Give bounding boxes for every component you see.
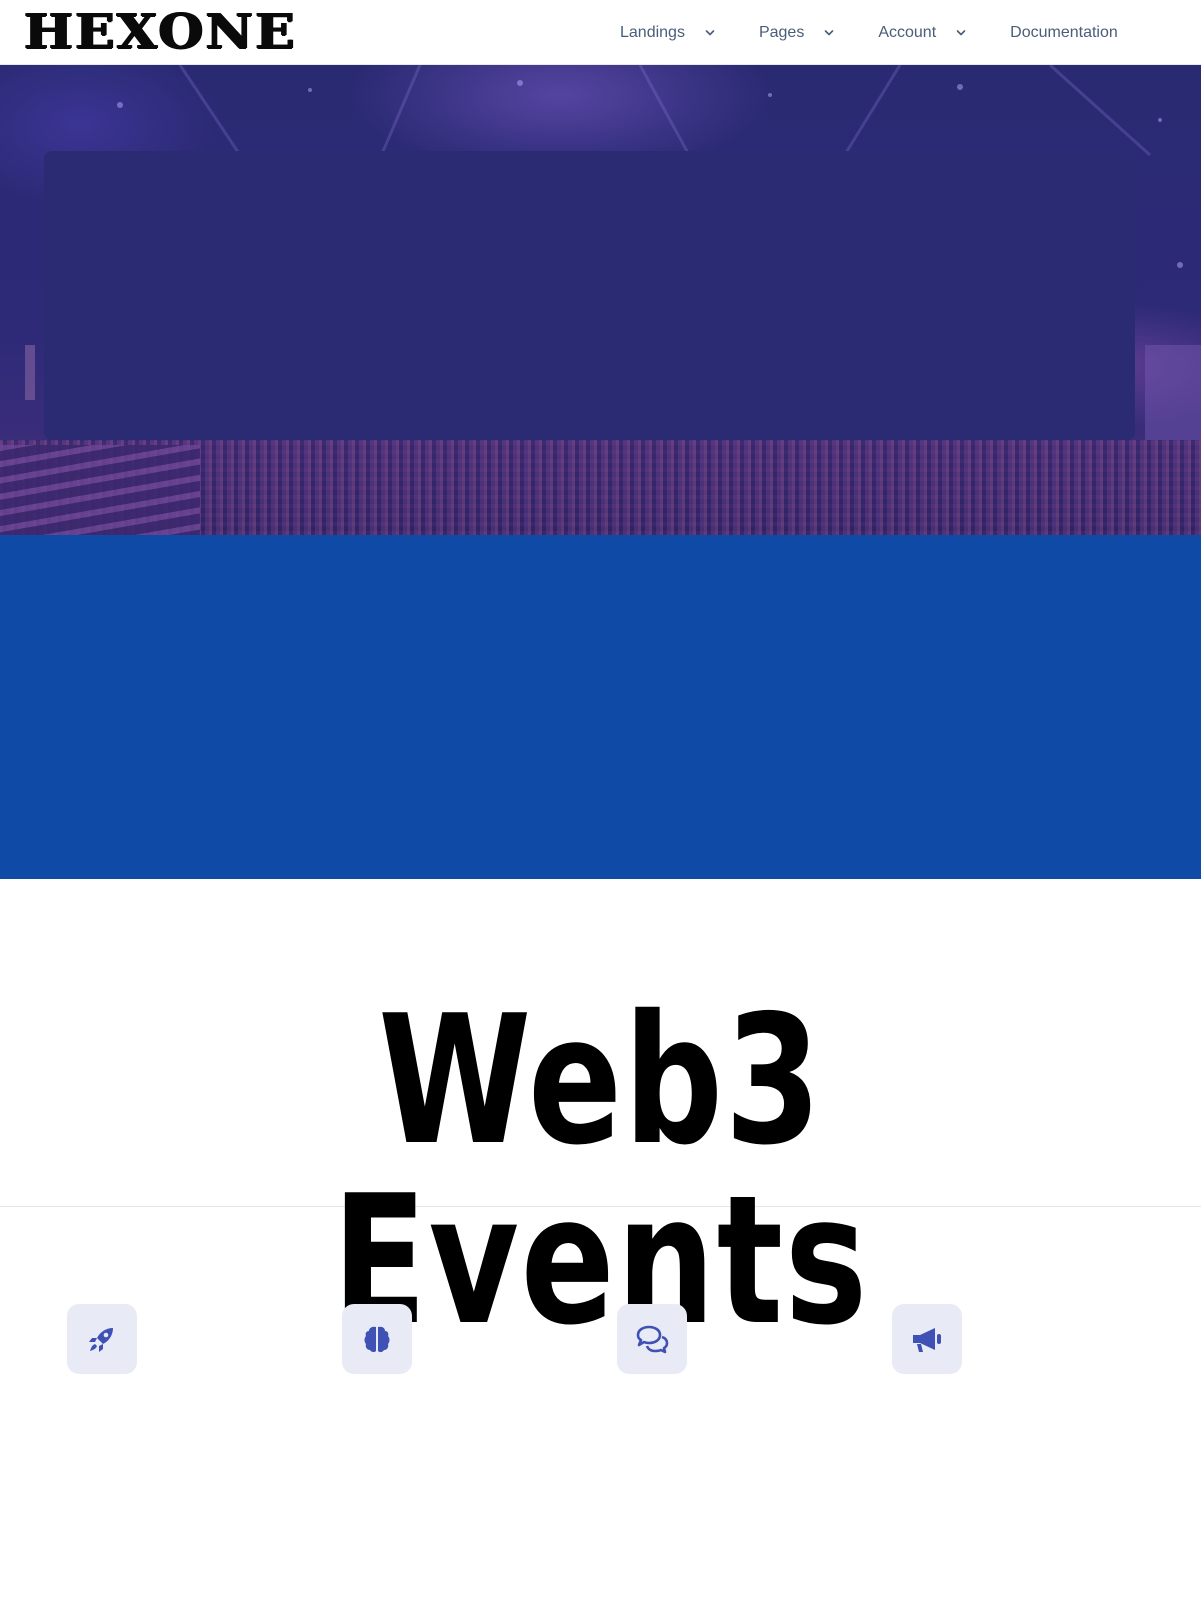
chevron-down-icon xyxy=(705,28,715,38)
title-section: Web3 Events xyxy=(0,879,1201,1351)
feature-tile-rocket xyxy=(67,1304,137,1374)
nav-account[interactable]: Account xyxy=(878,24,966,42)
nav-documentation[interactable]: Documentation xyxy=(1010,24,1118,42)
comments-icon xyxy=(634,1323,670,1355)
nav-pages[interactable]: Pages xyxy=(759,24,834,42)
nav-landings[interactable]: Landings xyxy=(620,24,715,42)
nav-account-label: Account xyxy=(878,23,937,41)
nav-pages-label: Pages xyxy=(758,23,805,41)
megaphone-icon xyxy=(909,1323,945,1355)
chevron-down-icon xyxy=(956,28,966,38)
site-logo[interactable]: HEXONE xyxy=(24,6,297,58)
nav-documentation-label: Documentation xyxy=(1010,23,1118,41)
page-title: Web3 Events xyxy=(332,977,869,1364)
hero-banner xyxy=(0,65,1201,535)
main-nav: Landings Pages Account Documentation xyxy=(620,0,1118,65)
site-header: HEXONE Landings Pages Account Documentat… xyxy=(0,0,1201,65)
feature-tile-megaphone xyxy=(892,1304,962,1374)
feature-tile-comments xyxy=(617,1304,687,1374)
nav-landings-label: Landings xyxy=(620,23,685,41)
rocket-icon xyxy=(86,1323,118,1355)
blue-section xyxy=(0,535,1201,879)
hero-card xyxy=(44,151,1135,440)
hero-stairs-graphic xyxy=(0,445,200,535)
feature-tile-brain xyxy=(342,1304,412,1374)
chevron-down-icon xyxy=(824,28,834,38)
brain-icon xyxy=(360,1322,394,1356)
